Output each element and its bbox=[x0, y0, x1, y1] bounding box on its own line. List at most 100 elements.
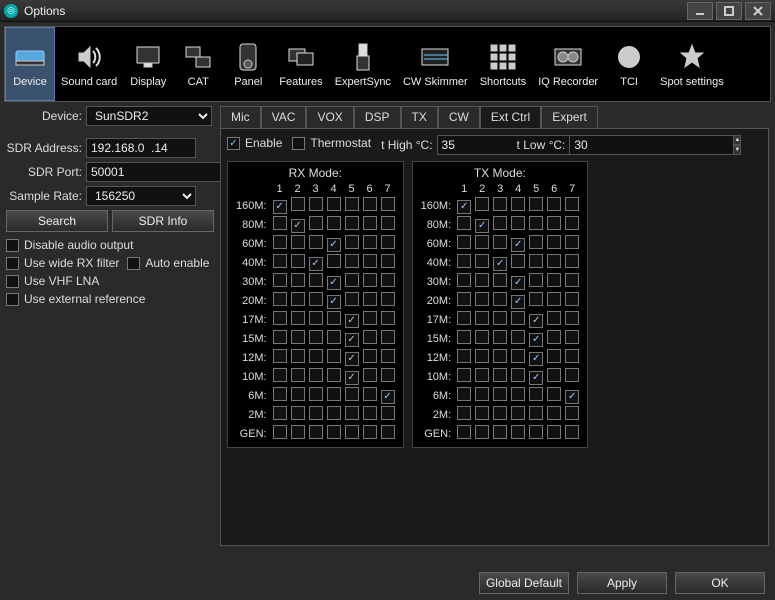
matrix-cell[interactable] bbox=[309, 197, 323, 211]
matrix-cell[interactable] bbox=[529, 235, 543, 249]
matrix-cell[interactable] bbox=[511, 311, 525, 325]
device-select[interactable]: SunSDR2 bbox=[86, 106, 212, 126]
matrix-cell[interactable] bbox=[309, 273, 323, 287]
disable-audio-checkbox[interactable]: Disable audio output bbox=[6, 238, 214, 252]
matrix-cell[interactable] bbox=[381, 368, 395, 382]
matrix-cell[interactable] bbox=[457, 200, 471, 214]
matrix-cell[interactable] bbox=[363, 197, 377, 211]
toolbar-soundcard[interactable]: Sound card bbox=[55, 27, 123, 101]
matrix-cell[interactable] bbox=[565, 273, 579, 287]
minimize-button[interactable] bbox=[687, 2, 713, 20]
subtab-dsp[interactable]: DSP bbox=[354, 106, 401, 128]
matrix-cell[interactable] bbox=[475, 292, 489, 306]
matrix-cell[interactable] bbox=[363, 292, 377, 306]
toolbar-spotsettings[interactable]: Spot settings bbox=[654, 27, 730, 101]
matrix-cell[interactable] bbox=[327, 406, 341, 420]
matrix-cell[interactable] bbox=[565, 390, 579, 404]
matrix-cell[interactable] bbox=[475, 311, 489, 325]
matrix-cell[interactable] bbox=[309, 425, 323, 439]
matrix-cell[interactable] bbox=[529, 197, 543, 211]
matrix-cell[interactable] bbox=[457, 311, 471, 325]
matrix-cell[interactable] bbox=[345, 314, 359, 328]
matrix-cell[interactable] bbox=[565, 349, 579, 363]
matrix-cell[interactable] bbox=[273, 406, 287, 420]
matrix-cell[interactable] bbox=[529, 406, 543, 420]
matrix-cell[interactable] bbox=[309, 216, 323, 230]
matrix-cell[interactable] bbox=[457, 330, 471, 344]
matrix-cell[interactable] bbox=[511, 197, 525, 211]
matrix-cell[interactable] bbox=[547, 292, 561, 306]
matrix-cell[interactable] bbox=[291, 292, 305, 306]
matrix-cell[interactable] bbox=[475, 368, 489, 382]
matrix-cell[interactable] bbox=[273, 273, 287, 287]
matrix-cell[interactable] bbox=[565, 197, 579, 211]
matrix-cell[interactable] bbox=[493, 292, 507, 306]
matrix-cell[interactable] bbox=[327, 311, 341, 325]
matrix-cell[interactable] bbox=[327, 387, 341, 401]
tlow-spinner[interactable]: ▲▼ bbox=[569, 135, 639, 155]
matrix-cell[interactable] bbox=[345, 406, 359, 420]
matrix-cell[interactable] bbox=[493, 406, 507, 420]
sdr-info-button[interactable]: SDR Info bbox=[112, 210, 214, 232]
toolbar-expertsync[interactable]: ExpertSync bbox=[329, 27, 397, 101]
matrix-cell[interactable] bbox=[363, 387, 377, 401]
matrix-cell[interactable] bbox=[363, 311, 377, 325]
matrix-cell[interactable] bbox=[309, 292, 323, 306]
matrix-cell[interactable] bbox=[493, 349, 507, 363]
matrix-cell[interactable] bbox=[273, 349, 287, 363]
matrix-cell[interactable] bbox=[309, 235, 323, 249]
matrix-cell[interactable] bbox=[529, 352, 543, 366]
matrix-cell[interactable] bbox=[475, 406, 489, 420]
close-button[interactable] bbox=[745, 2, 771, 20]
matrix-cell[interactable] bbox=[363, 216, 377, 230]
matrix-cell[interactable] bbox=[457, 273, 471, 287]
matrix-cell[interactable] bbox=[273, 425, 287, 439]
matrix-cell[interactable] bbox=[345, 254, 359, 268]
matrix-cell[interactable] bbox=[493, 330, 507, 344]
matrix-cell[interactable] bbox=[457, 387, 471, 401]
matrix-cell[interactable] bbox=[327, 238, 341, 252]
matrix-cell[interactable] bbox=[309, 330, 323, 344]
matrix-cell[interactable] bbox=[345, 371, 359, 385]
matrix-cell[interactable] bbox=[547, 254, 561, 268]
thigh-spinner[interactable]: ▲▼ bbox=[437, 135, 507, 155]
enable-checkbox[interactable]: Enable bbox=[227, 136, 282, 150]
toolbar-tci[interactable]: TCI bbox=[604, 27, 654, 101]
matrix-cell[interactable] bbox=[309, 311, 323, 325]
matrix-cell[interactable] bbox=[291, 273, 305, 287]
subtab-vox[interactable]: VOX bbox=[306, 106, 353, 128]
matrix-cell[interactable] bbox=[547, 235, 561, 249]
matrix-cell[interactable] bbox=[547, 216, 561, 230]
matrix-cell[interactable] bbox=[457, 292, 471, 306]
matrix-cell[interactable] bbox=[273, 235, 287, 249]
matrix-cell[interactable] bbox=[511, 254, 525, 268]
matrix-cell[interactable] bbox=[381, 254, 395, 268]
matrix-cell[interactable] bbox=[475, 254, 489, 268]
matrix-cell[interactable] bbox=[273, 254, 287, 268]
matrix-cell[interactable] bbox=[273, 216, 287, 230]
matrix-cell[interactable] bbox=[565, 406, 579, 420]
matrix-cell[interactable] bbox=[273, 311, 287, 325]
matrix-cell[interactable] bbox=[345, 197, 359, 211]
matrix-cell[interactable] bbox=[345, 216, 359, 230]
matrix-cell[interactable] bbox=[363, 406, 377, 420]
matrix-cell[interactable] bbox=[511, 425, 525, 439]
matrix-cell[interactable] bbox=[547, 197, 561, 211]
matrix-cell[interactable] bbox=[493, 368, 507, 382]
matrix-cell[interactable] bbox=[327, 349, 341, 363]
matrix-cell[interactable] bbox=[565, 216, 579, 230]
matrix-cell[interactable] bbox=[547, 330, 561, 344]
matrix-cell[interactable] bbox=[547, 349, 561, 363]
matrix-cell[interactable] bbox=[273, 330, 287, 344]
matrix-cell[interactable] bbox=[475, 219, 489, 233]
matrix-cell[interactable] bbox=[511, 406, 525, 420]
matrix-cell[interactable] bbox=[457, 425, 471, 439]
matrix-cell[interactable] bbox=[565, 254, 579, 268]
matrix-cell[interactable] bbox=[511, 368, 525, 382]
matrix-cell[interactable] bbox=[547, 368, 561, 382]
matrix-cell[interactable] bbox=[291, 349, 305, 363]
matrix-cell[interactable] bbox=[363, 330, 377, 344]
matrix-cell[interactable] bbox=[529, 387, 543, 401]
matrix-cell[interactable] bbox=[327, 295, 341, 309]
matrix-cell[interactable] bbox=[565, 425, 579, 439]
